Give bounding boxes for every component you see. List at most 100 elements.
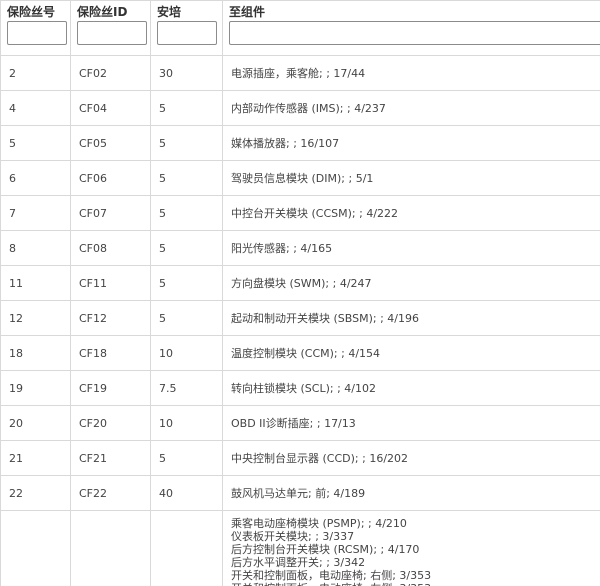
components-cell: 媒体播放器; ; 16/107 [222,125,600,161]
table-row[interactable]: 11 CF11 5 方向盘模块 (SWM); ; 4/247 [0,265,600,301]
components-cell: 中控台开关模块 (CCSM); ; 4/222 [222,195,600,231]
amperage-cell [150,510,223,586]
table-row[interactable]: 乘客电动座椅模块 (PSMP); ; 4/210 仪表板开关模块; ; 3/337… [0,510,600,586]
component-entry: 仪表板开关模块; ; 3/337 [231,530,355,543]
component-entry: 电源插座，乘客舱; ; 17/44 [231,66,366,80]
amperage-cell: 5 [150,440,223,476]
components-cell: 转向柱锁模块 (SCL); ; 4/102 [222,370,600,406]
fuse-number-cell: 20 [0,405,71,441]
component-entry: 驾驶员信息模块 (DIM); ; 5/1 [231,171,374,185]
amperage-cell: 5 [150,265,223,301]
amperage-cell: 5 [150,90,223,126]
component-entry: 方向盘模块 (SWM); ; 4/247 [231,276,372,290]
fuse-id-cell: CF06 [70,160,151,196]
column-header-fuse-id[interactable]: 保险丝ID [70,1,151,21]
fuse-id-cell: CF21 [70,440,151,476]
component-entry: 中控台开关模块 (CCSM); ; 4/222 [231,206,399,220]
fuse-id-cell: CF11 [70,265,151,301]
table-row[interactable]: 8 CF08 5 阳光传感器; ; 4/165 [0,230,600,266]
fuse-number-cell: 4 [0,90,71,126]
components-cell: OBD II诊断插座; ; 17/13 [222,405,600,441]
table-row[interactable]: 22 CF22 40 鼓风机马达单元; 前; 4/189 [0,475,600,511]
fuse-id-cell: CF05 [70,125,151,161]
fuse-id-cell: CF12 [70,300,151,336]
components-cell: 驾驶员信息模块 (DIM); ; 5/1 [222,160,600,196]
fuse-number-cell: 12 [0,300,71,336]
components-cell: 鼓风机马达单元; 前; 4/189 [222,475,600,511]
fuse-id-cell: CF22 [70,475,151,511]
fuse-id-cell: CF02 [70,55,151,91]
amperage-cell: 10 [150,335,223,371]
fuse-number-cell: 2 [0,55,71,91]
amperage-cell: 10 [150,405,223,441]
table-filter-row [0,21,600,56]
amperage-cell: 40 [150,475,223,511]
table-row[interactable]: 2 CF02 30 电源插座，乘客舱; ; 17/44 [0,55,600,91]
amperage-cell: 30 [150,55,223,91]
fuse-id-cell: CF04 [70,90,151,126]
amperage-cell: 7.5 [150,370,223,406]
component-entry: 中央控制台显示器 (CCD); ; 16/202 [231,451,409,465]
fuse-number-cell: 11 [0,265,71,301]
table-row[interactable]: 19 CF19 7.5 转向柱锁模块 (SCL); ; 4/102 [0,370,600,406]
component-entry: 后方控制台开关模块 (RCSM); ; 4/170 [231,543,420,556]
column-header-components[interactable]: 至组件 [222,1,600,21]
fuse-number-cell: 6 [0,160,71,196]
component-entry: 开关和控制面板，电动座椅; 右侧; 3/353 [231,569,432,582]
table-row[interactable]: 20 CF20 10 OBD II诊断插座; ; 17/13 [0,405,600,441]
fuse-id-cell: CF08 [70,230,151,266]
table-header-row: 保险丝号 保险丝ID 安培 至组件 [0,1,600,21]
fuse-number-cell: 19 [0,370,71,406]
fuse-id-cell: CF18 [70,335,151,371]
column-header-fuse-number[interactable]: 保险丝号 [0,1,71,21]
filter-components-input[interactable] [229,21,600,45]
filter-fuse-number-input[interactable] [7,21,67,45]
component-entry: OBD II诊断插座; ; 17/13 [231,416,356,430]
components-cell: 阳光传感器; ; 4/165 [222,230,600,266]
filter-amperage-input[interactable] [157,21,217,45]
fuse-number-cell: 7 [0,195,71,231]
component-entry: 内部动作传感器 (IMS); ; 4/237 [231,101,386,115]
fuse-table-panel: 保险丝号 保险丝ID 安培 至组件 2 CF02 30 电源插座，乘客舱; ; 17/… [0,0,600,586]
component-entry: 鼓风机马达单元; 前; 4/189 [231,486,366,500]
component-entry: 转向柱锁模块 (SCL); ; 4/102 [231,381,376,395]
amperage-cell: 5 [150,230,223,266]
fuse-id-cell: CF19 [70,370,151,406]
table-row[interactable]: 12 CF12 5 起动和制动开关模块 (SBSM); ; 4/196 [0,300,600,336]
fuse-id-cell [70,510,151,586]
amperage-cell: 5 [150,125,223,161]
component-entry: 阳光传感器; ; 4/165 [231,241,333,255]
component-entry: 温度控制模块 (CCM); ; 4/154 [231,346,381,360]
components-cell: 起动和制动开关模块 (SBSM); ; 4/196 [222,300,600,336]
components-cell: 乘客电动座椅模块 (PSMP); ; 4/210 仪表板开关模块; ; 3/337… [222,510,600,586]
table-row[interactable]: 21 CF21 5 中央控制台显示器 (CCD); ; 16/202 [0,440,600,476]
fuse-id-cell: CF20 [70,405,151,441]
table-row[interactable]: 7 CF07 5 中控台开关模块 (CCSM); ; 4/222 [0,195,600,231]
column-header-amperage[interactable]: 安培 [150,1,223,21]
fuse-number-cell: 21 [0,440,71,476]
fuse-id-cell: CF07 [70,195,151,231]
fuse-number-cell [0,510,71,586]
fuse-number-cell: 22 [0,475,71,511]
table-row[interactable]: 6 CF06 5 驾驶员信息模块 (DIM); ; 5/1 [0,160,600,196]
component-entry: 开关和控制面板，电动座椅; 左侧; 3/353 [231,582,600,586]
amperage-cell: 5 [150,160,223,196]
fuse-number-cell: 8 [0,230,71,266]
fuse-number-cell: 5 [0,125,71,161]
table-row[interactable]: 5 CF05 5 媒体播放器; ; 16/107 [0,125,600,161]
table-row[interactable]: 18 CF18 10 温度控制模块 (CCM); ; 4/154 [0,335,600,371]
components-cell: 方向盘模块 (SWM); ; 4/247 [222,265,600,301]
table-row[interactable]: 4 CF04 5 内部动作传感器 (IMS); ; 4/237 [0,90,600,126]
components-cell: 电源插座，乘客舱; ; 17/44 [222,55,600,91]
components-cell: 内部动作传感器 (IMS); ; 4/237 [222,90,600,126]
components-cell: 中央控制台显示器 (CCD); ; 16/202 [222,440,600,476]
component-entry: 起动和制动开关模块 (SBSM); ; 4/196 [231,311,419,325]
component-entry: 乘客电动座椅模块 (PSMP); ; 4/210 [231,517,407,530]
filter-fuse-id-input[interactable] [77,21,147,45]
amperage-cell: 5 [150,300,223,336]
fuse-table: 保险丝号 保险丝ID 安培 至组件 2 CF02 30 电源插座，乘客舱; ; 17/… [0,1,600,586]
table-body: 2 CF02 30 电源插座，乘客舱; ; 17/44 4 CF04 5 内部动作传感器 (I… [0,55,600,586]
component-entry: 后方水平调整开关; ; 3/342 [231,556,366,569]
components-cell: 温度控制模块 (CCM); ; 4/154 [222,335,600,371]
amperage-cell: 5 [150,195,223,231]
